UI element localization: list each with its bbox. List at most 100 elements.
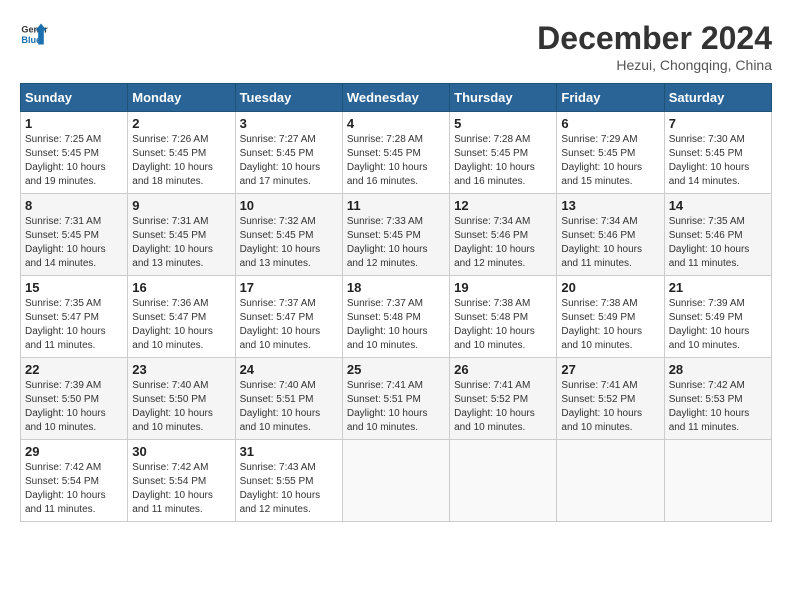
day-info: Sunrise: 7:33 AMSunset: 5:45 PMDaylight:… xyxy=(347,216,428,269)
day-info: Sunrise: 7:42 AMSunset: 5:53 PMDaylight:… xyxy=(669,380,750,433)
calendar-week-1: 1Sunrise: 7:25 AMSunset: 5:45 PMDaylight… xyxy=(21,112,772,194)
logo-icon: General Blue xyxy=(20,20,48,48)
calendar-week-3: 15Sunrise: 7:35 AMSunset: 5:47 PMDayligh… xyxy=(21,276,772,358)
day-info: Sunrise: 7:38 AMSunset: 5:49 PMDaylight:… xyxy=(561,298,642,351)
day-info: Sunrise: 7:31 AMSunset: 5:45 PMDaylight:… xyxy=(132,216,213,269)
day-number: 24 xyxy=(240,362,338,377)
day-number: 9 xyxy=(132,198,230,213)
day-number: 12 xyxy=(454,198,552,213)
day-number: 29 xyxy=(25,444,123,459)
weekday-header-friday: Friday xyxy=(557,84,664,112)
calendar: SundayMondayTuesdayWednesdayThursdayFrid… xyxy=(20,83,772,522)
day-info: Sunrise: 7:42 AMSunset: 5:54 PMDaylight:… xyxy=(25,462,106,515)
title-area: December 2024 Hezui, Chongqing, China xyxy=(537,20,772,73)
calendar-day-20: 20 Sunrise: 7:38 AMSunset: 5:49 PMDayligh… xyxy=(557,276,664,358)
calendar-day-25: 25Sunrise: 7:41 AMSunset: 5:51 PMDayligh… xyxy=(342,358,449,440)
day-info: Sunrise: 7:36 AMSunset: 5:47 PMDaylight:… xyxy=(132,298,213,351)
calendar-day-5: 5 Sunrise: 7:28 AMSunset: 5:45 PMDaylight… xyxy=(450,112,557,194)
day-info: Sunrise: 7:34 AMSunset: 5:46 PMDaylight:… xyxy=(561,216,642,269)
calendar-day-7: 7 Sunrise: 7:30 AMSunset: 5:45 PMDaylight… xyxy=(664,112,771,194)
calendar-empty-cell xyxy=(342,440,449,522)
day-number: 8 xyxy=(25,198,123,213)
calendar-day-14: 14 Sunrise: 7:35 AMSunset: 5:46 PMDayligh… xyxy=(664,194,771,276)
day-number: 7 xyxy=(669,116,767,131)
day-number: 28 xyxy=(669,362,767,377)
calendar-week-2: 8 Sunrise: 7:31 AMSunset: 5:45 PMDaylight… xyxy=(21,194,772,276)
day-info: Sunrise: 7:41 AMSunset: 5:51 PMDaylight:… xyxy=(347,380,428,433)
day-number: 18 xyxy=(347,280,445,295)
day-number: 14 xyxy=(669,198,767,213)
calendar-day-1: 1Sunrise: 7:25 AMSunset: 5:45 PMDaylight… xyxy=(21,112,128,194)
logo: General Blue General Blue xyxy=(20,20,48,48)
month-title: December 2024 xyxy=(537,20,772,57)
day-info: Sunrise: 7:28 AMSunset: 5:45 PMDaylight:… xyxy=(347,134,428,187)
day-info: Sunrise: 7:35 AMSunset: 5:46 PMDaylight:… xyxy=(669,216,750,269)
calendar-day-26: 26Sunrise: 7:41 AMSunset: 5:52 PMDayligh… xyxy=(450,358,557,440)
calendar-empty-cell xyxy=(664,440,771,522)
day-number: 2 xyxy=(132,116,230,131)
calendar-day-13: 13 Sunrise: 7:34 AMSunset: 5:46 PMDayligh… xyxy=(557,194,664,276)
calendar-day-21: 21Sunrise: 7:39 AMSunset: 5:49 PMDayligh… xyxy=(664,276,771,358)
day-info: Sunrise: 7:26 AMSunset: 5:45 PMDaylight:… xyxy=(132,134,213,187)
day-number: 5 xyxy=(454,116,552,131)
day-info: Sunrise: 7:28 AMSunset: 5:45 PMDaylight:… xyxy=(454,134,535,187)
day-number: 22 xyxy=(25,362,123,377)
day-number: 31 xyxy=(240,444,338,459)
calendar-week-5: 29 Sunrise: 7:42 AMSunset: 5:54 PMDayligh… xyxy=(21,440,772,522)
calendar-day-29: 29 Sunrise: 7:42 AMSunset: 5:54 PMDayligh… xyxy=(21,440,128,522)
day-number: 11 xyxy=(347,198,445,213)
location: Hezui, Chongqing, China xyxy=(537,57,772,73)
day-info: Sunrise: 7:37 AMSunset: 5:48 PMDaylight:… xyxy=(347,298,428,351)
day-info: Sunrise: 7:40 AMSunset: 5:50 PMDaylight:… xyxy=(132,380,213,433)
weekday-header-saturday: Saturday xyxy=(664,84,771,112)
day-info: Sunrise: 7:30 AMSunset: 5:45 PMDaylight:… xyxy=(669,134,750,187)
day-number: 23 xyxy=(132,362,230,377)
calendar-day-24: 24Sunrise: 7:40 AMSunset: 5:51 PMDayligh… xyxy=(235,358,342,440)
day-number: 3 xyxy=(240,116,338,131)
calendar-day-19: 19Sunrise: 7:38 AMSunset: 5:48 PMDayligh… xyxy=(450,276,557,358)
calendar-day-17: 17Sunrise: 7:37 AMSunset: 5:47 PMDayligh… xyxy=(235,276,342,358)
calendar-day-30: 30Sunrise: 7:42 AMSunset: 5:54 PMDayligh… xyxy=(128,440,235,522)
day-info: Sunrise: 7:43 AMSunset: 5:55 PMDaylight:… xyxy=(240,462,321,515)
day-number: 16 xyxy=(132,280,230,295)
svg-text:Blue: Blue xyxy=(21,35,41,45)
day-info: Sunrise: 7:39 AMSunset: 5:49 PMDaylight:… xyxy=(669,298,750,351)
calendar-day-31: 31 Sunrise: 7:43 AMSunset: 5:55 PMDayligh… xyxy=(235,440,342,522)
calendar-day-8: 8 Sunrise: 7:31 AMSunset: 5:45 PMDaylight… xyxy=(21,194,128,276)
day-info: Sunrise: 7:27 AMSunset: 5:45 PMDaylight:… xyxy=(240,134,321,187)
day-number: 4 xyxy=(347,116,445,131)
calendar-day-2: 2 Sunrise: 7:26 AMSunset: 5:45 PMDaylight… xyxy=(128,112,235,194)
calendar-day-6: 6Sunrise: 7:29 AMSunset: 5:45 PMDaylight… xyxy=(557,112,664,194)
calendar-day-10: 10 Sunrise: 7:32 AMSunset: 5:45 PMDayligh… xyxy=(235,194,342,276)
day-info: Sunrise: 7:42 AMSunset: 5:54 PMDaylight:… xyxy=(132,462,213,515)
day-number: 10 xyxy=(240,198,338,213)
weekday-header-thursday: Thursday xyxy=(450,84,557,112)
day-info: Sunrise: 7:29 AMSunset: 5:45 PMDaylight:… xyxy=(561,134,642,187)
weekday-header-sunday: Sunday xyxy=(21,84,128,112)
calendar-day-16: 16 Sunrise: 7:36 AMSunset: 5:47 PMDayligh… xyxy=(128,276,235,358)
calendar-day-12: 12 Sunrise: 7:34 AMSunset: 5:46 PMDayligh… xyxy=(450,194,557,276)
day-info: Sunrise: 7:39 AMSunset: 5:50 PMDaylight:… xyxy=(25,380,106,433)
calendar-day-27: 27Sunrise: 7:41 AMSunset: 5:52 PMDayligh… xyxy=(557,358,664,440)
calendar-week-4: 22 Sunrise: 7:39 AMSunset: 5:50 PMDayligh… xyxy=(21,358,772,440)
weekday-header-row: SundayMondayTuesdayWednesdayThursdayFrid… xyxy=(21,84,772,112)
day-number: 20 xyxy=(561,280,659,295)
day-info: Sunrise: 7:34 AMSunset: 5:46 PMDaylight:… xyxy=(454,216,535,269)
day-info: Sunrise: 7:32 AMSunset: 5:45 PMDaylight:… xyxy=(240,216,321,269)
day-info: Sunrise: 7:35 AMSunset: 5:47 PMDaylight:… xyxy=(25,298,106,351)
page-header: General Blue General Blue December 2024 … xyxy=(20,20,772,73)
weekday-header-wednesday: Wednesday xyxy=(342,84,449,112)
calendar-day-3: 3 Sunrise: 7:27 AMSunset: 5:45 PMDaylight… xyxy=(235,112,342,194)
day-number: 17 xyxy=(240,280,338,295)
day-number: 13 xyxy=(561,198,659,213)
calendar-day-18: 18 Sunrise: 7:37 AMSunset: 5:48 PMDayligh… xyxy=(342,276,449,358)
day-info: Sunrise: 7:41 AMSunset: 5:52 PMDaylight:… xyxy=(454,380,535,433)
calendar-day-9: 9 Sunrise: 7:31 AMSunset: 5:45 PMDaylight… xyxy=(128,194,235,276)
day-info: Sunrise: 7:38 AMSunset: 5:48 PMDaylight:… xyxy=(454,298,535,351)
calendar-day-22: 22 Sunrise: 7:39 AMSunset: 5:50 PMDayligh… xyxy=(21,358,128,440)
day-info: Sunrise: 7:31 AMSunset: 5:45 PMDaylight:… xyxy=(25,216,106,269)
weekday-header-tuesday: Tuesday xyxy=(235,84,342,112)
day-info: Sunrise: 7:41 AMSunset: 5:52 PMDaylight:… xyxy=(561,380,642,433)
calendar-day-28: 28 Sunrise: 7:42 AMSunset: 5:53 PMDayligh… xyxy=(664,358,771,440)
day-info: Sunrise: 7:25 AMSunset: 5:45 PMDaylight:… xyxy=(25,134,106,187)
